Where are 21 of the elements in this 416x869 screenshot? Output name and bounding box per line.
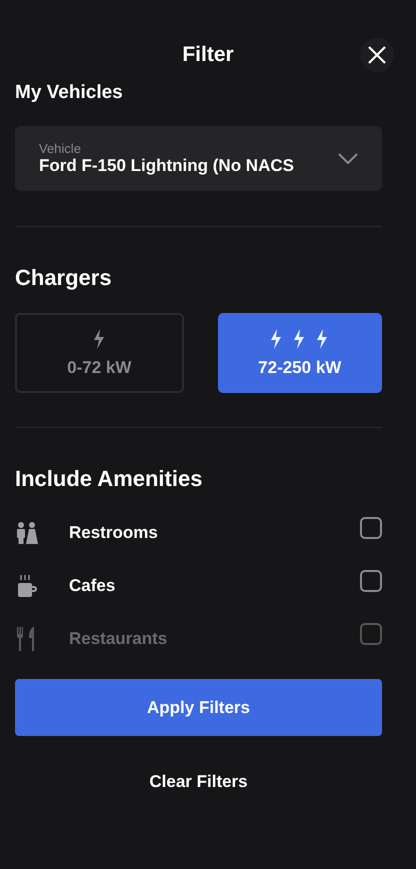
amenity-label: Cafes — [69, 576, 116, 596]
close-icon — [368, 46, 386, 64]
restroom-icon — [15, 520, 39, 544]
vehicle-dropdown[interactable]: Vehicle Ford F-150 Lightning (No NACS — [15, 126, 382, 191]
coffee-cup-icon — [15, 574, 39, 598]
close-button[interactable] — [360, 38, 394, 72]
section-heading: My Vehicles — [15, 82, 124, 104]
charger-option[interactable]: 0-72 kW — [15, 313, 184, 393]
field-value: Ford F-150 Lightning (No NACS — [39, 156, 294, 176]
apply-filters-button[interactable]: Apply Filters — [15, 679, 382, 736]
dialog-title: Filter — [182, 43, 234, 67]
field-label: Vehicle — [39, 141, 82, 156]
amenity-checkbox[interactable] — [360, 570, 382, 592]
section-heading: Chargers — [15, 265, 113, 291]
charger-option[interactable]: 72-250 kW — [218, 313, 382, 393]
clear-filters-button[interactable]: Clear Filters — [141, 768, 256, 796]
amenity-label: Restaurants — [69, 628, 168, 648]
section-heading: Include Amenities — [15, 466, 204, 492]
amenity-label: Restrooms — [69, 522, 159, 542]
chevron-down-icon — [338, 153, 358, 164]
amenity-checkbox[interactable] — [360, 516, 382, 538]
